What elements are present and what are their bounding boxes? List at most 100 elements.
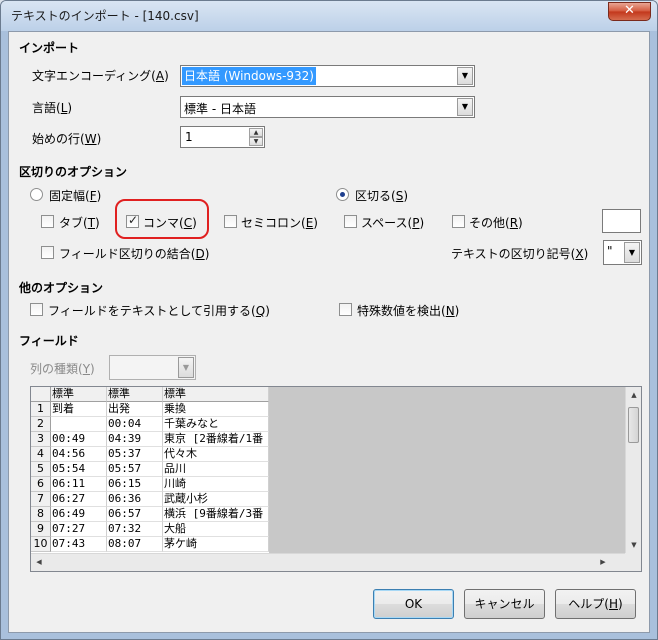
comma-checkbox[interactable] (126, 213, 139, 228)
chevron-down-icon[interactable]: ▼ (624, 242, 640, 263)
table-cell: 05:37 (107, 447, 163, 462)
table-cell: 武蔵小杉 (163, 492, 269, 507)
from-row-value: 1 (185, 130, 193, 144)
scroll-up-icon[interactable]: ▲ (626, 387, 642, 403)
charset-value: 日本語 (Windows-932) (182, 67, 316, 85)
table-cell: 東京 [2番線着/1番 (163, 432, 269, 447)
table-cell: 大船 (163, 522, 269, 537)
quoted-as-text-label: フィールドをテキストとして引用する(Q) (48, 304, 270, 318)
title-bar[interactable]: テキストのインポート - [140.csv] ✕ (1, 1, 657, 31)
charset-select[interactable]: 日本語 (Windows-932) ▼ (180, 65, 475, 87)
language-select[interactable]: 標準 - 日本語 ▼ (180, 96, 475, 118)
table-cell: 代々木 (163, 447, 269, 462)
table-cell: 横浜 [9番線着/3番 (163, 507, 269, 522)
scroll-right-icon[interactable]: ▶ (595, 554, 611, 570)
detect-special-checkbox[interactable] (339, 303, 352, 316)
table-cell: 06:57 (107, 507, 163, 522)
tab-label: タブ(T) (59, 216, 100, 230)
preview-empty-area (269, 387, 627, 553)
table-cell: 00:04 (107, 417, 163, 432)
table-row: 4 04:56 05:37 代々木 (31, 447, 269, 462)
text-delimiter-value: " (607, 244, 613, 258)
table-cell: 品川 (163, 462, 269, 477)
text-delimiter-select[interactable]: " ▼ (603, 240, 642, 265)
chevron-down-icon[interactable]: ▼ (457, 98, 473, 116)
quoted-as-text-checkbox[interactable] (30, 303, 43, 316)
scroll-down-icon[interactable]: ▼ (626, 537, 642, 553)
table-cell: 乗換 (163, 402, 269, 417)
column-header[interactable]: 標準 (51, 387, 107, 402)
other-input[interactable] (602, 209, 641, 233)
close-button[interactable]: ✕ (608, 2, 651, 21)
column-type-select[interactable]: ▼ (109, 355, 196, 380)
merge-checkbox[interactable] (41, 246, 54, 259)
semicolon-checkbox[interactable] (224, 215, 237, 228)
column-type-label: 列の種類(Y) (30, 362, 95, 376)
text-delimiter-label: テキストの区切り記号(X) (451, 247, 589, 261)
table-cell: 到着 (51, 402, 107, 417)
other-options-heading: 他のオプション (19, 281, 104, 295)
table-cell: 07:43 (51, 537, 107, 552)
merge-label: フィールド区切りの結合(D) (59, 247, 210, 261)
scroll-thumb[interactable] (628, 407, 639, 443)
table-cell: 04:39 (107, 432, 163, 447)
horizontal-scrollbar[interactable]: ◀ ▶ (31, 553, 627, 571)
table-cell (51, 417, 107, 432)
help-button[interactable]: ヘルプ(H) (555, 589, 636, 619)
table-cell: 06:27 (51, 492, 107, 507)
table-row: 7 06:27 06:36 武蔵小杉 (31, 492, 269, 507)
charset-label: 文字エンコーディング(A) (32, 69, 169, 83)
row-number: 10 (31, 537, 51, 552)
table-cell: 茅ケ崎 (163, 537, 269, 552)
row-number: 3 (31, 432, 51, 447)
space-checkbox[interactable] (344, 215, 357, 228)
chevron-down-icon[interactable]: ▼ (457, 67, 473, 85)
separated-radio[interactable] (336, 188, 349, 201)
row-number: 4 (31, 447, 51, 462)
tab-checkbox[interactable] (41, 215, 54, 228)
table-row: 1 到着 出発 乗換 (31, 402, 269, 417)
row-number: 2 (31, 417, 51, 432)
close-icon: ✕ (624, 3, 635, 18)
column-header[interactable]: 標準 (107, 387, 163, 402)
corner-cell (31, 387, 51, 402)
dialog-body: インポート 文字エンコーディング(A) 日本語 (Windows-932) ▼ … (8, 31, 650, 633)
spin-up-icon[interactable]: ▲ (249, 128, 263, 137)
comma-label: コンマ(C) (143, 216, 197, 230)
table-row: 2 00:04 千葉みなと (31, 417, 269, 432)
preview-header-row: 標準 標準 標準 (31, 387, 269, 402)
row-number: 7 (31, 492, 51, 507)
row-number: 9 (31, 522, 51, 537)
other-checkbox[interactable] (452, 215, 465, 228)
table-cell: 06:15 (107, 477, 163, 492)
from-row-spinner[interactable]: 1 ▲ ▼ (180, 126, 265, 148)
preview-table[interactable]: 標準 標準 標準 1 到着 出発 乗換 2 00:04 千葉みなと 3 00:4… (30, 386, 642, 572)
from-row-label: 始めの行(W) (32, 132, 102, 146)
import-heading: インポート (19, 41, 80, 55)
spin-down-icon[interactable]: ▼ (249, 137, 263, 146)
table-cell: 00:49 (51, 432, 107, 447)
fixed-width-radio[interactable] (30, 188, 43, 201)
semicolon-label: セミコロン(E) (241, 216, 318, 230)
table-cell: 05:54 (51, 462, 107, 477)
cancel-button[interactable]: キャンセル (464, 589, 545, 619)
preview-grid: 標準 標準 標準 1 到着 出発 乗換 2 00:04 千葉みなと 3 00:4… (31, 387, 269, 553)
ok-button[interactable]: OK (373, 589, 454, 619)
other-label: その他(R) (469, 216, 523, 230)
table-cell: 06:36 (107, 492, 163, 507)
scroll-left-icon[interactable]: ◀ (31, 554, 47, 570)
table-row: 5 05:54 05:57 品川 (31, 462, 269, 477)
table-cell: 04:56 (51, 447, 107, 462)
detect-special-label: 特殊数値を検出(N) (357, 304, 460, 318)
table-cell: 07:27 (51, 522, 107, 537)
table-cell: 05:57 (107, 462, 163, 477)
table-cell: 07:32 (107, 522, 163, 537)
table-row: 6 06:11 06:15 川崎 (31, 477, 269, 492)
language-label: 言語(L) (32, 101, 73, 115)
vertical-scrollbar[interactable]: ▲ ▼ (625, 387, 641, 553)
scroll-corner (625, 553, 641, 571)
window-title: テキストのインポート - [140.csv] (11, 9, 199, 23)
column-header[interactable]: 標準 (163, 387, 269, 402)
separator-heading: 区切りのオプション (19, 165, 128, 179)
chevron-down-icon[interactable]: ▼ (178, 357, 194, 378)
